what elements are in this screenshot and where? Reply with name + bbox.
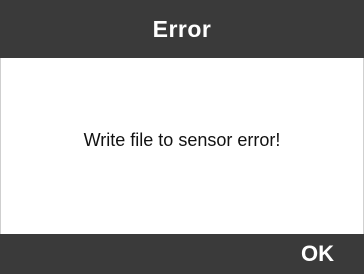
ok-button[interactable]: OK bbox=[301, 234, 334, 274]
dialog-title-bar: Error bbox=[0, 0, 364, 58]
error-dialog: Error Write file to sensor error! OK bbox=[0, 0, 364, 274]
error-message: Write file to sensor error! bbox=[83, 129, 281, 150]
dialog-footer-bar: OK bbox=[0, 234, 364, 274]
dialog-title: Error bbox=[152, 15, 212, 42]
dialog-content: Write file to sensor error! bbox=[0, 58, 364, 234]
